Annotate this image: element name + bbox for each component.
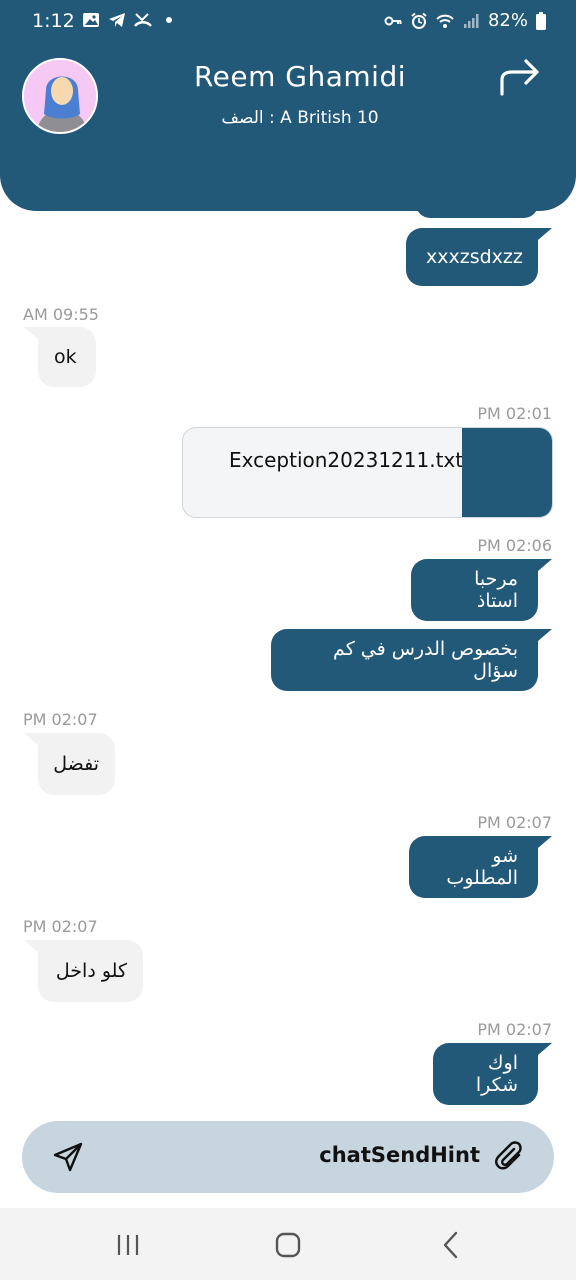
signal-icon [463, 13, 479, 28]
message-timestamp: PM 02:07 [477, 813, 552, 832]
message-text: بخصوص الدرس في كم سؤال [333, 638, 518, 682]
message-text: اوك شكرا [475, 1052, 518, 1096]
incoming-message[interactable]: ok [24, 327, 96, 387]
file-name: Exception20231211.txt [229, 448, 464, 472]
message-text: كلو داخل [55, 960, 127, 982]
message-timestamp: AM 09:55 [23, 305, 99, 324]
message-timestamp: PM 02:07 [23, 710, 98, 729]
message-text: مرحبا استاذ [474, 568, 518, 612]
message-text: xxxzsdxzz [426, 246, 523, 268]
more-notifications-dot [166, 17, 172, 23]
system-navigation-bar [0, 1208, 576, 1280]
home-icon[interactable] [273, 1230, 303, 1260]
back-icon[interactable] [436, 1230, 466, 1260]
message-composer[interactable]: chatSendHint [22, 1121, 554, 1193]
send-icon[interactable] [52, 1141, 84, 1173]
forward-arrow-icon[interactable] [496, 56, 542, 100]
file-attachment-strip [462, 428, 552, 517]
message-timestamp: PM 02:06 [477, 536, 552, 555]
status-bar: 1:12 82% [0, 0, 576, 44]
contact-name: Reem Ghamidi [193, 60, 407, 93]
wifi-icon [436, 14, 454, 28]
incoming-message[interactable]: تفضل [24, 733, 115, 795]
incoming-message[interactable]: كلو داخل [24, 940, 143, 1002]
avatar[interactable] [22, 58, 98, 134]
paperclip-icon[interactable] [494, 1141, 526, 1173]
status-time: 1:12 [32, 10, 75, 32]
message-text: ok [54, 346, 77, 368]
gallery-notification-icon [83, 13, 99, 27]
outgoing-message[interactable]: xxxzsdxzz [406, 228, 552, 286]
alarm-icon [411, 12, 427, 29]
avatar-image [24, 60, 96, 132]
outgoing-message[interactable]: شو المطلوب [409, 836, 552, 898]
recent-apps-icon[interactable] [113, 1230, 143, 1260]
telegram-notification-icon [109, 13, 125, 27]
contact-class: الصف : A British 10 [221, 108, 379, 128]
missed-call-icon [134, 13, 152, 27]
message-timestamp: PM 02:07 [23, 917, 98, 936]
message-timestamp: PM 02:07 [477, 1020, 552, 1039]
battery-percent: 82% [487, 10, 528, 31]
outgoing-message[interactable]: مرحبا استاذ [411, 559, 552, 621]
outgoing-message[interactable]: اوك شكرا [433, 1043, 552, 1105]
message-input[interactable]: chatSendHint [319, 1143, 480, 1167]
file-attachment-message[interactable]: Exception20231211.txt [182, 427, 553, 518]
message-text: تفضل [53, 753, 99, 775]
message-timestamp: PM 02:01 [477, 404, 552, 423]
outgoing-message[interactable]: بخصوص الدرس في كم سؤال [271, 629, 552, 691]
message-text: شو المطلوب [446, 845, 518, 889]
battery-icon [536, 11, 546, 30]
vpn-key-icon [384, 16, 402, 25]
